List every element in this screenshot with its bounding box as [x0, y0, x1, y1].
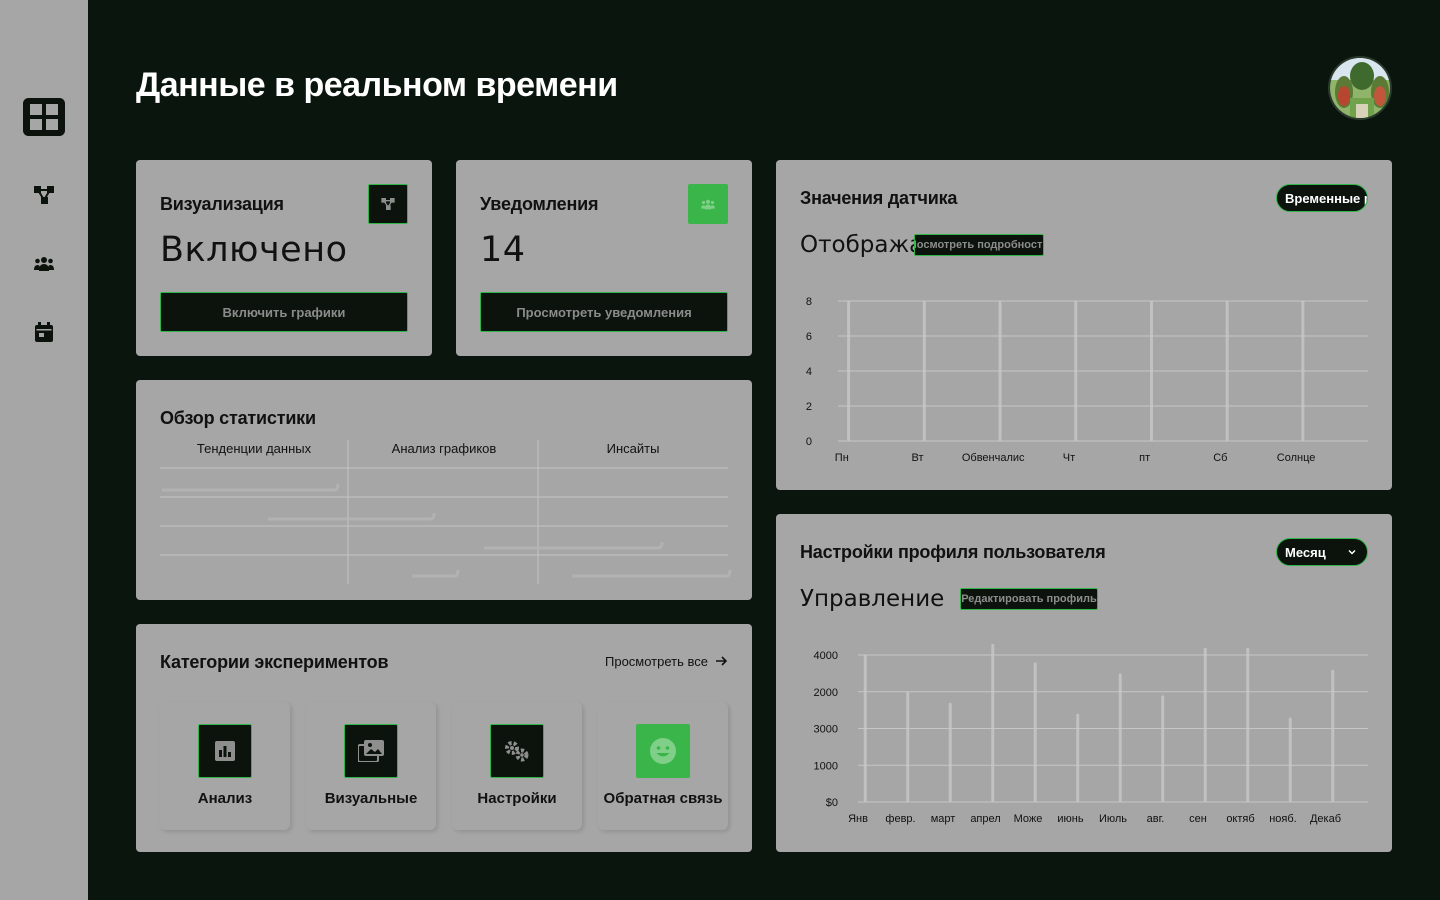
x-tick-label: Може [1014, 813, 1043, 825]
profile-chart: $0 1000 3000 2000 4000 Янв февр. март апрел Може и… [814, 643, 1368, 825]
avatar[interactable] [1328, 56, 1392, 120]
smile-icon [636, 724, 690, 778]
x-tick-label: июнь [1057, 813, 1083, 825]
notifications-card: Уведомления 14 Просмотреть уведомления [456, 160, 752, 356]
bar [1161, 695, 1165, 802]
graph-nodes-icon [368, 184, 408, 224]
users-group-icon[interactable] [22, 256, 66, 272]
visualization-value: Включено [160, 230, 348, 270]
category-label: Настройки [477, 790, 557, 807]
arrow-right-icon [716, 654, 728, 669]
x-tick-label: октяб [1226, 813, 1254, 825]
category-settings[interactable]: Настройки [452, 702, 582, 830]
bar [1076, 713, 1080, 802]
bar [991, 643, 995, 802]
category-feedback[interactable]: Обратная связь [598, 702, 728, 830]
bar [1033, 662, 1037, 802]
x-tick-label: Янв [848, 813, 868, 825]
bar [998, 301, 1002, 441]
x-tick-label: февр. [885, 813, 915, 825]
y-tick-label: 0 [806, 436, 812, 448]
bar [1118, 673, 1122, 802]
bar [1301, 301, 1305, 441]
bar [1331, 669, 1335, 802]
users-group-icon [688, 184, 728, 224]
view-all-link[interactable]: Просмотреть все [605, 654, 728, 669]
x-tick-label: нояб. [1269, 813, 1297, 825]
bar [948, 702, 952, 802]
x-tick-label: Сб [1213, 452, 1227, 464]
view-all-label: Просмотреть все [605, 654, 708, 669]
x-tick-label: Пн [835, 452, 849, 464]
visualization-card: Визуализация Включено Включить графики [136, 160, 432, 356]
bar [847, 301, 851, 441]
y-tick-label: 3000 [814, 724, 838, 736]
stats-grid [160, 440, 732, 584]
x-tick-label: авг. [1147, 813, 1165, 825]
bar [1074, 301, 1078, 441]
sensor-chart: 0 2 4 6 8 Пн Вт Обвенчалис Чт пт Сб Солнце [806, 296, 1368, 464]
stats-overview-card: Обзор статистики Тенденции данных Анализ… [136, 380, 752, 600]
category-label: Анализ [197, 790, 253, 807]
y-tick-label: 4 [806, 366, 812, 378]
y-tick-label: $0 [826, 797, 838, 809]
graph-nodes-icon[interactable] [22, 186, 66, 204]
x-tick-label: сен [1189, 813, 1207, 825]
enable-charts-button[interactable]: Включить графики [160, 292, 408, 332]
page-title: Данные в реальном времени [136, 66, 618, 104]
x-tick-label: Солнце [1277, 452, 1316, 464]
bar [1149, 301, 1153, 441]
categories-card: Категории экспериментов Просмотреть все … [136, 624, 752, 852]
categories-title: Категории экспериментов [160, 652, 389, 672]
profile-settings-card: Настройки профиля пользователя Месяц Упр… [776, 514, 1392, 852]
view-notifications-button[interactable]: Просмотреть уведомления [480, 292, 728, 332]
calendar-icon[interactable] [22, 322, 66, 342]
x-tick-label: март [931, 813, 956, 825]
y-tick-label: 6 [806, 331, 812, 343]
y-tick-label: 8 [806, 296, 812, 308]
bar [1288, 717, 1292, 802]
x-tick-label: Вт [911, 452, 923, 464]
image-gallery-icon [344, 724, 398, 778]
x-tick-label: апрел [970, 813, 1000, 825]
x-tick-label: Июль [1099, 813, 1127, 825]
dashboard-grid-icon[interactable] [22, 98, 66, 136]
x-tick-label: Декаб [1310, 813, 1341, 825]
bar [922, 301, 926, 441]
gears-icon [490, 724, 544, 778]
bar [863, 655, 867, 802]
y-tick-label: 1000 [814, 760, 838, 772]
visualization-title: Визуализация [160, 194, 284, 214]
x-tick-label: пт [1139, 452, 1150, 464]
category-label: Визуальные [324, 790, 418, 807]
category-visual[interactable]: Визуальные [306, 702, 436, 830]
sensor-values-card: Значения датчика Временные ра Отобража П… [776, 160, 1392, 490]
bar [906, 691, 910, 802]
category-analysis[interactable]: Анализ [160, 702, 290, 830]
notifications-title: Уведомления [480, 194, 599, 214]
sidebar [0, 0, 88, 900]
category-label: Обратная связь [603, 790, 723, 807]
bar-chart-icon [198, 724, 252, 778]
notifications-count: 14 [480, 230, 526, 270]
bar [1246, 647, 1250, 802]
bar [1203, 647, 1207, 802]
x-tick-label: Обвенчалис [962, 452, 1025, 464]
y-tick-label: 4000 [814, 650, 838, 662]
x-tick-label: Чт [1063, 452, 1075, 464]
y-tick-label: 2 [806, 401, 812, 413]
bar [1225, 301, 1229, 441]
y-tick-label: 2000 [814, 687, 838, 699]
